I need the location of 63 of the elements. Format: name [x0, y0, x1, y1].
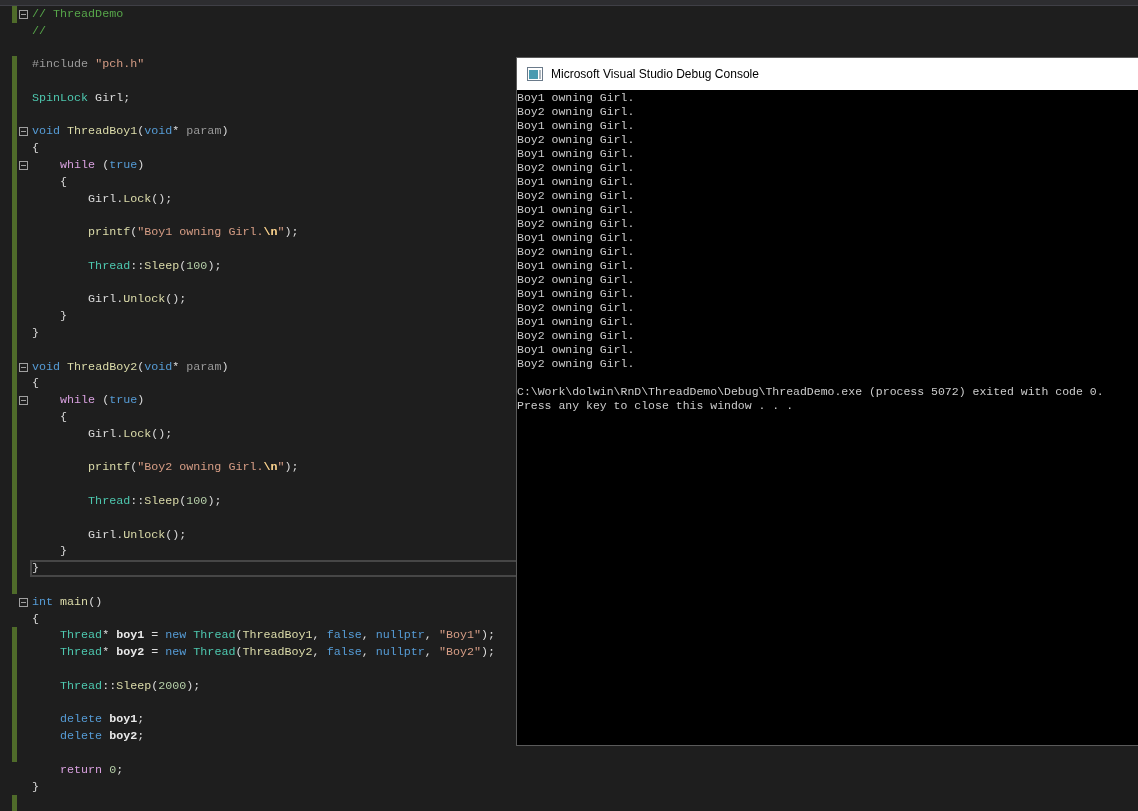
- console-output-line: Boy1 owning Girl.: [517, 91, 635, 104]
- code-line: int main(): [32, 594, 103, 610]
- console-output-line: Boy1 owning Girl.: [517, 147, 635, 160]
- console-output-line: Boy1 owning Girl.: [517, 259, 635, 272]
- code-line: }: [59, 309, 68, 325]
- console-output-line: Boy2 owning Girl.: [517, 273, 635, 286]
- code-line: printf("Boy1 owning Girl.\n");: [87, 225, 299, 241]
- code-line: Thread::Sleep(100);: [87, 258, 222, 274]
- console-output-line: Boy1 owning Girl.: [517, 119, 635, 132]
- console-output-line: Boy2 owning Girl.: [517, 245, 635, 258]
- console-output-line: Boy1 owning Girl.: [517, 343, 635, 356]
- code-line: printf("Boy2 owning Girl.\n");: [87, 460, 299, 476]
- code-line: Thread::Sleep(100);: [87, 494, 222, 509]
- code-line: Thread::Sleep(2000);: [59, 678, 201, 694]
- code-line: while (true): [59, 393, 145, 409]
- code-line: SpinLock Girl;: [32, 90, 131, 106]
- console-output-line: Boy2 owning Girl.: [517, 105, 635, 118]
- code-line: {: [59, 174, 68, 190]
- collapse-icon[interactable]: [19, 362, 28, 372]
- code-line: }: [32, 326, 39, 342]
- code-line: Girl.Unlock();: [87, 292, 187, 308]
- console-output-line: Boy1 owning Girl.: [517, 231, 635, 244]
- code-line: #include "pch.h": [32, 57, 145, 73]
- console-output-line: Boy1 owning Girl.: [517, 203, 635, 216]
- collapse-icon[interactable]: [19, 127, 28, 137]
- code-line: Girl.Unlock();: [87, 527, 187, 543]
- code-line: return 0;: [59, 762, 124, 778]
- collapse-icon[interactable]: [19, 161, 28, 171]
- console-output-line: Boy1 owning Girl.: [517, 287, 635, 300]
- console-output-line: Boy1 owning Girl.: [517, 175, 635, 188]
- collapse-icon[interactable]: [19, 597, 28, 607]
- code-line: {: [32, 611, 39, 627]
- code-line: while (true): [59, 158, 145, 174]
- console-output-line: Boy2 owning Girl.: [517, 161, 635, 174]
- code-line: delete boy2;: [59, 729, 145, 745]
- code-line: void ThreadBoy1(void* param): [32, 124, 229, 140]
- code-line: }: [32, 561, 39, 577]
- console-output-line: Boy2 owning Girl.: [517, 329, 635, 342]
- code-line: void ThreadBoy2(void* param): [32, 359, 229, 375]
- console-output-line: Boy2 owning Girl.: [517, 189, 635, 202]
- console-output-line: Boy2 owning Girl.: [517, 357, 635, 370]
- code-line: }: [59, 544, 68, 560]
- code-line: Thread* boy2 = new Thread(ThreadBoy2, false, nullptr, "Boy2");: [59, 645, 495, 661]
- console-output-line: Boy2 owning Girl.: [517, 217, 635, 230]
- code-line: {: [32, 376, 39, 392]
- code-line: {: [59, 410, 68, 426]
- code-line: //: [32, 23, 47, 39]
- window-title: Microsoft Visual Studio Debug Console: [551, 67, 759, 81]
- console-icon: [527, 67, 543, 81]
- collapse-icon[interactable]: [19, 9, 28, 19]
- code-line: }: [32, 779, 39, 795]
- code-line: Thread* boy1 = new Thread(ThreadBoy1, false, nullptr, "Boy1");: [59, 628, 495, 644]
- code-line: {: [32, 141, 39, 157]
- console-output-line: Boy2 owning Girl.: [517, 301, 635, 314]
- code-line: // ThreadDemo: [32, 6, 124, 22]
- console-message: Press any key to close this window . . .: [517, 399, 794, 412]
- code-line: delete boy1;: [59, 712, 145, 728]
- code-line: Girl.Lock();: [87, 426, 173, 442]
- console-output-line: Boy2 owning Girl.: [517, 133, 635, 146]
- console-output-line: Boy1 owning Girl.: [517, 315, 635, 328]
- console-message: C:\Work\dolwin\RnD\ThreadDemo\Debug\ThreadDemo.exe (process 5072) exited with code 0.: [517, 385, 1104, 398]
- collapse-icon[interactable]: [19, 396, 28, 406]
- code-line: Girl.Lock();: [87, 191, 173, 207]
